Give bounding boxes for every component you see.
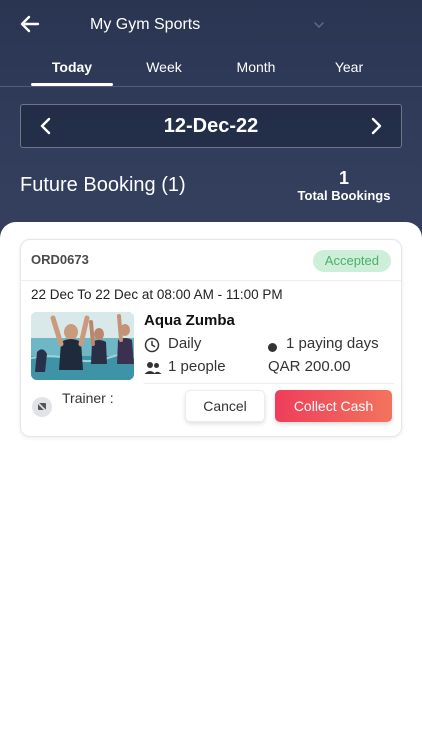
tab-year[interactable]: Year: [308, 52, 390, 86]
tab-year-label: Year: [334, 59, 364, 75]
previous-date-button[interactable]: [35, 115, 57, 137]
chevron-down-icon: [314, 22, 324, 29]
trainer-label: Trainer :: [62, 390, 114, 406]
order-id: ORD0673: [31, 252, 89, 267]
avatar-icon: [32, 397, 52, 417]
next-date-button[interactable]: [365, 115, 387, 137]
booking-schedule: 22 Dec To 22 Dec at 08:00 AM - 11:00 PM: [31, 287, 283, 302]
class-photo: [31, 312, 134, 380]
back-button[interactable]: [18, 12, 42, 36]
tab-month-label: Month: [236, 59, 276, 75]
dot-icon: [268, 343, 277, 352]
gym-name: My Gym Sports: [90, 16, 201, 33]
collect-cash-button[interactable]: Collect Cash: [275, 390, 392, 422]
total-bookings-count: 1: [338, 168, 349, 188]
clock-icon: [144, 337, 160, 353]
booking-card[interactable]: ORD0673 Accepted 22 Dec To 22 Dec at 08:…: [20, 239, 402, 437]
tab-week[interactable]: Week: [123, 52, 205, 86]
tab-week-label: Week: [146, 59, 182, 75]
cancel-button[interactable]: Cancel: [185, 390, 265, 422]
period-tabs: Today Week Month Year: [0, 52, 422, 88]
selected-date: 12-Dec-22: [163, 115, 259, 137]
booking-price: QAR 200.00: [268, 358, 351, 375]
chevron-right-icon: [371, 117, 382, 135]
tab-month[interactable]: Month: [215, 52, 297, 86]
tab-today[interactable]: Today: [31, 52, 113, 86]
top-bar: My Gym Sports: [0, 0, 422, 50]
people-icon: [144, 362, 162, 374]
chevron-left-icon: [40, 117, 51, 135]
details-divider: [144, 383, 394, 384]
paying-days-label: 1 paying days: [286, 335, 379, 352]
class-name: Aqua Zumba: [144, 312, 235, 329]
card-divider: [21, 280, 401, 281]
arrow-left-icon: [20, 15, 40, 33]
frequency-label: Daily: [168, 335, 202, 352]
future-booking-title: Future Booking (1): [20, 174, 186, 196]
app-header: My Gym Sports Today Week Month Year 12-D…: [0, 0, 422, 250]
people-label: 1 people: [168, 358, 226, 375]
tab-today-label: Today: [51, 59, 93, 75]
gym-selector[interactable]: My Gym Sports: [90, 14, 330, 38]
total-bookings-label: Total Bookings: [297, 188, 391, 203]
tabs-divider: [0, 86, 422, 87]
date-navigator: 12-Dec-22: [20, 104, 402, 148]
status-badge: Accepted: [312, 250, 391, 272]
